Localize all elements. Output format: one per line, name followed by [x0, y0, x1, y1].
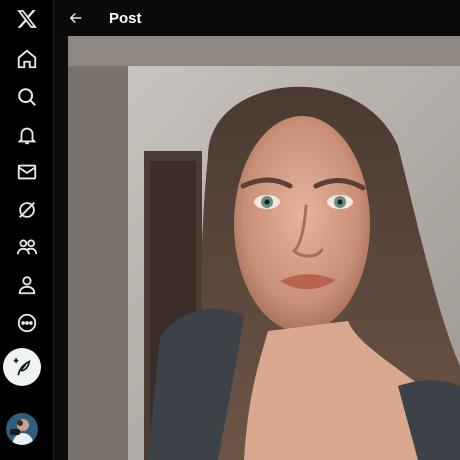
bell-icon[interactable]	[7, 117, 47, 153]
person-icon[interactable]	[7, 267, 47, 303]
page-title: Post	[109, 9, 142, 27]
more-circle-icon[interactable]	[7, 305, 47, 341]
grok-icon[interactable]	[7, 192, 47, 228]
post-photo[interactable]	[68, 36, 460, 460]
envelope-icon[interactable]	[7, 154, 47, 190]
post-header: Post	[54, 0, 460, 36]
compose-button[interactable]	[3, 348, 41, 386]
x-logo-icon[interactable]	[7, 1, 47, 37]
home-icon[interactable]	[7, 41, 47, 77]
feather-plus-icon	[13, 358, 31, 376]
sidebar	[0, 0, 54, 460]
arrow-left-icon	[69, 12, 82, 24]
people-icon[interactable]	[7, 229, 47, 265]
media-edge	[54, 36, 68, 460]
avatar[interactable]	[6, 413, 38, 445]
post-media[interactable]	[54, 36, 460, 460]
search-icon[interactable]	[7, 79, 47, 115]
back-button[interactable]	[62, 4, 90, 32]
